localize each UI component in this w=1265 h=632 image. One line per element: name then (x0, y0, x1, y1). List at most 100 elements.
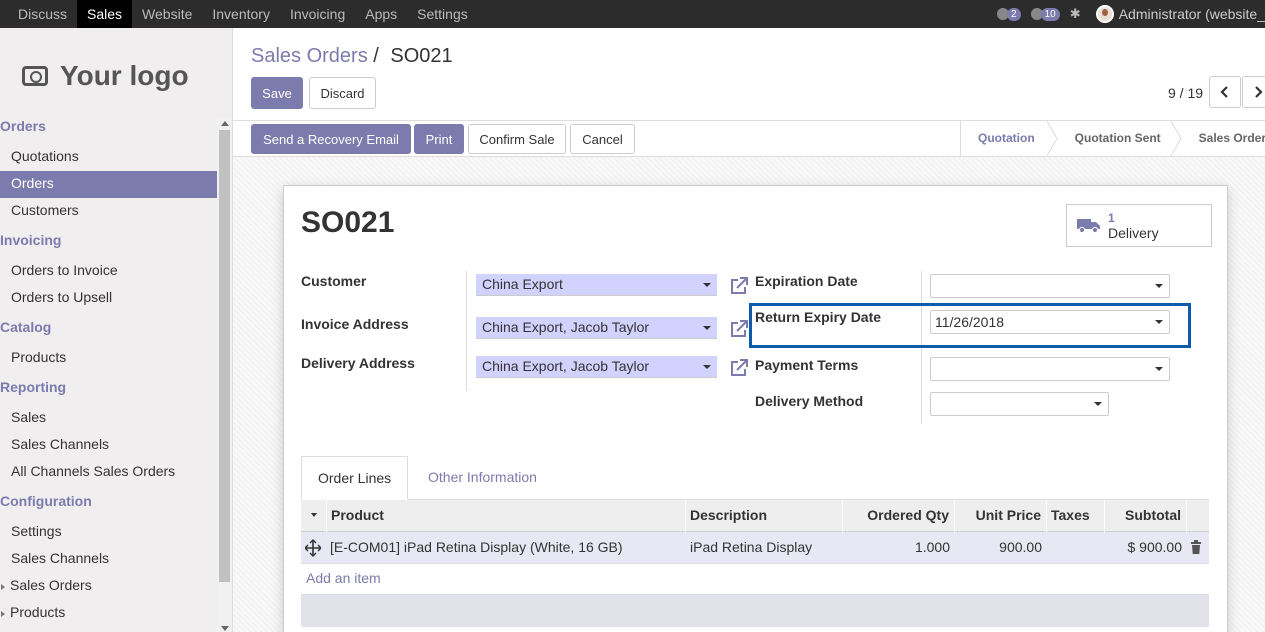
sidebar-item-orders-to-upsell[interactable]: Orders to Upsell (0, 285, 217, 312)
column-unit-price[interactable]: Unit Price (955, 500, 1047, 532)
sidebar-item-quotations[interactable]: Quotations (0, 144, 217, 171)
pager-previous-button[interactable] (1209, 76, 1241, 108)
activity-count-badge: 10 (1040, 7, 1060, 21)
stage-sales-order-label: Sales Order (1198, 131, 1265, 145)
app-menu: Discuss Sales Website Inventory Invoicin… (0, 0, 478, 28)
pager-next-button[interactable] (1242, 76, 1265, 108)
delivery-method-field[interactable] (930, 392, 1109, 416)
menu-discuss[interactable]: Discuss (8, 0, 77, 28)
sidebar-scrollbar[interactable] (217, 118, 232, 632)
expiration-date-field[interactable] (930, 274, 1170, 298)
trash-icon[interactable] (1190, 532, 1204, 563)
avatar[interactable] (1095, 5, 1114, 23)
menu-website[interactable]: Website (132, 0, 202, 28)
cancel-button[interactable]: Cancel (570, 124, 635, 154)
print-button[interactable]: Print (414, 124, 464, 154)
stage-quotation-sent[interactable]: Quotation Sent (1053, 121, 1182, 156)
main-content: Sales Orders / SO021 Save Discard 9 / 19… (233, 28, 1265, 632)
delivery-smart-button[interactable]: 1 Delivery (1066, 204, 1212, 247)
row-unit-price: 900.00 (999, 539, 1042, 555)
table-footer (301, 595, 1209, 627)
table-row[interactable]: [E-COM01] iPad Retina Display (White, 16… (301, 532, 1209, 564)
caret-down-icon[interactable] (1155, 367, 1163, 371)
delivery-address-field[interactable]: China Export, Jacob Taylor (476, 356, 717, 378)
stage-sales-order[interactable]: Sales Order (1177, 121, 1265, 156)
sidebar-item-config-sales-orders[interactable]: Sales Orders (0, 573, 217, 600)
add-item-row: Add an item (301, 564, 1209, 595)
chevron-left-icon (1220, 86, 1228, 98)
column-description[interactable]: Description (686, 500, 843, 532)
row-subtotal: $ 900.00 (1127, 539, 1183, 555)
sidebar-item-products[interactable]: Products (0, 345, 217, 372)
menu-sales[interactable]: Sales (77, 0, 133, 28)
sidebar-item-orders-to-invoice[interactable]: Orders to Invoice (0, 258, 217, 285)
sidebar-item-all-channels-sales-orders[interactable]: All Channels Sales Orders (0, 459, 217, 486)
sidebar: Your logo Orders Quotations Orders Custo… (0, 28, 233, 632)
sidebar-item-settings[interactable]: Settings (0, 519, 217, 546)
send-recovery-email-button[interactable]: Send a Recovery Email (251, 124, 411, 154)
tab-other-information[interactable]: Other Information (412, 456, 553, 500)
sidebar-section-invoicing: Invoicing (0, 232, 62, 248)
customer-label: Customer (301, 273, 367, 289)
stage-quotation-sent-label: Quotation Sent (1074, 131, 1161, 145)
logo-text: Your logo (60, 59, 189, 91)
user-menu[interactable]: Administrator (website_ (1119, 6, 1265, 22)
chat-button[interactable]: 2 (997, 7, 1021, 21)
sidebar-item-config-sales-channels[interactable]: Sales Channels (0, 546, 217, 573)
save-button[interactable]: Save (251, 77, 303, 109)
scroll-down-icon[interactable] (221, 626, 229, 631)
external-link-icon[interactable] (729, 276, 749, 296)
menu-inventory[interactable]: Inventory (202, 0, 280, 28)
payment-terms-field[interactable] (930, 357, 1170, 381)
order-name: SO021 (301, 206, 395, 239)
sidebar-item-customers[interactable]: Customers (0, 198, 217, 225)
discard-button[interactable]: Discard (309, 77, 376, 109)
scrollbar-thumb[interactable] (219, 130, 230, 582)
row-description: iPad Retina Display (690, 539, 813, 555)
form-background: SO021 1 Delivery Customer Invoice Addres… (233, 157, 1265, 632)
caret-down-icon[interactable] (703, 365, 711, 369)
delivery-label: Delivery (1108, 225, 1159, 241)
scroll-up-icon[interactable] (221, 121, 229, 126)
delivery-address-label: Delivery Address (301, 355, 415, 371)
menu-invoicing[interactable]: Invoicing (280, 0, 355, 28)
column-subtotal[interactable]: Subtotal (1105, 500, 1187, 532)
sidebar-section-orders: Orders (0, 118, 46, 134)
table-header: Product Description Ordered Qty Unit Pri… (301, 500, 1209, 532)
caret-down-icon[interactable] (703, 283, 711, 287)
external-link-icon[interactable] (729, 358, 749, 378)
menu-settings[interactable]: Settings (407, 0, 478, 28)
tab-order-lines[interactable]: Order Lines (301, 456, 409, 500)
breadcrumb-current: SO021 (390, 45, 453, 67)
sidebar-item-sales[interactable]: Sales (0, 405, 217, 432)
column-taxes[interactable]: Taxes (1047, 500, 1105, 532)
sidebar-section-reporting: Reporting (0, 379, 67, 395)
status-stages: Quotation Quotation Sent Sales Order (960, 121, 1265, 156)
bug-icon[interactable]: ✱ (1070, 7, 1082, 21)
caret-down-icon[interactable] (1094, 402, 1102, 406)
column-product[interactable]: Product (327, 500, 686, 532)
sidebar-nav: Orders Quotations Orders Customers Invoi… (0, 117, 217, 627)
sidebar-item-config-products[interactable]: Products (0, 600, 217, 627)
pager-value: 9 / 19 (1168, 85, 1204, 101)
sort-column-header[interactable] (301, 500, 327, 532)
invoice-address-field[interactable]: China Export, Jacob Taylor (476, 317, 717, 339)
sidebar-item-orders[interactable]: Orders (0, 171, 217, 198)
drag-handle-icon[interactable] (304, 532, 325, 563)
add-item-link[interactable]: Add an item (306, 570, 381, 586)
stage-quotation[interactable]: Quotation (961, 121, 1058, 156)
activity-button[interactable]: 10 (1030, 7, 1060, 21)
truck-icon (1077, 219, 1100, 233)
sidebar-item-sales-channels[interactable]: Sales Channels (0, 432, 217, 459)
breadcrumb-parent[interactable]: Sales Orders (251, 45, 368, 67)
confirm-sale-button[interactable]: Confirm Sale (468, 124, 566, 154)
payment-terms-label: Payment Terms (755, 357, 859, 373)
chat-count-badge: 2 (1007, 7, 1021, 21)
customer-field[interactable]: China Export (476, 274, 717, 296)
caret-down-icon[interactable] (1155, 284, 1163, 288)
expiration-date-label: Expiration Date (755, 273, 858, 289)
menu-apps[interactable]: Apps (355, 0, 407, 28)
column-ordered-qty[interactable]: Ordered Qty (843, 500, 955, 532)
caret-down-icon[interactable] (703, 326, 711, 330)
external-link-icon[interactable] (729, 319, 749, 339)
